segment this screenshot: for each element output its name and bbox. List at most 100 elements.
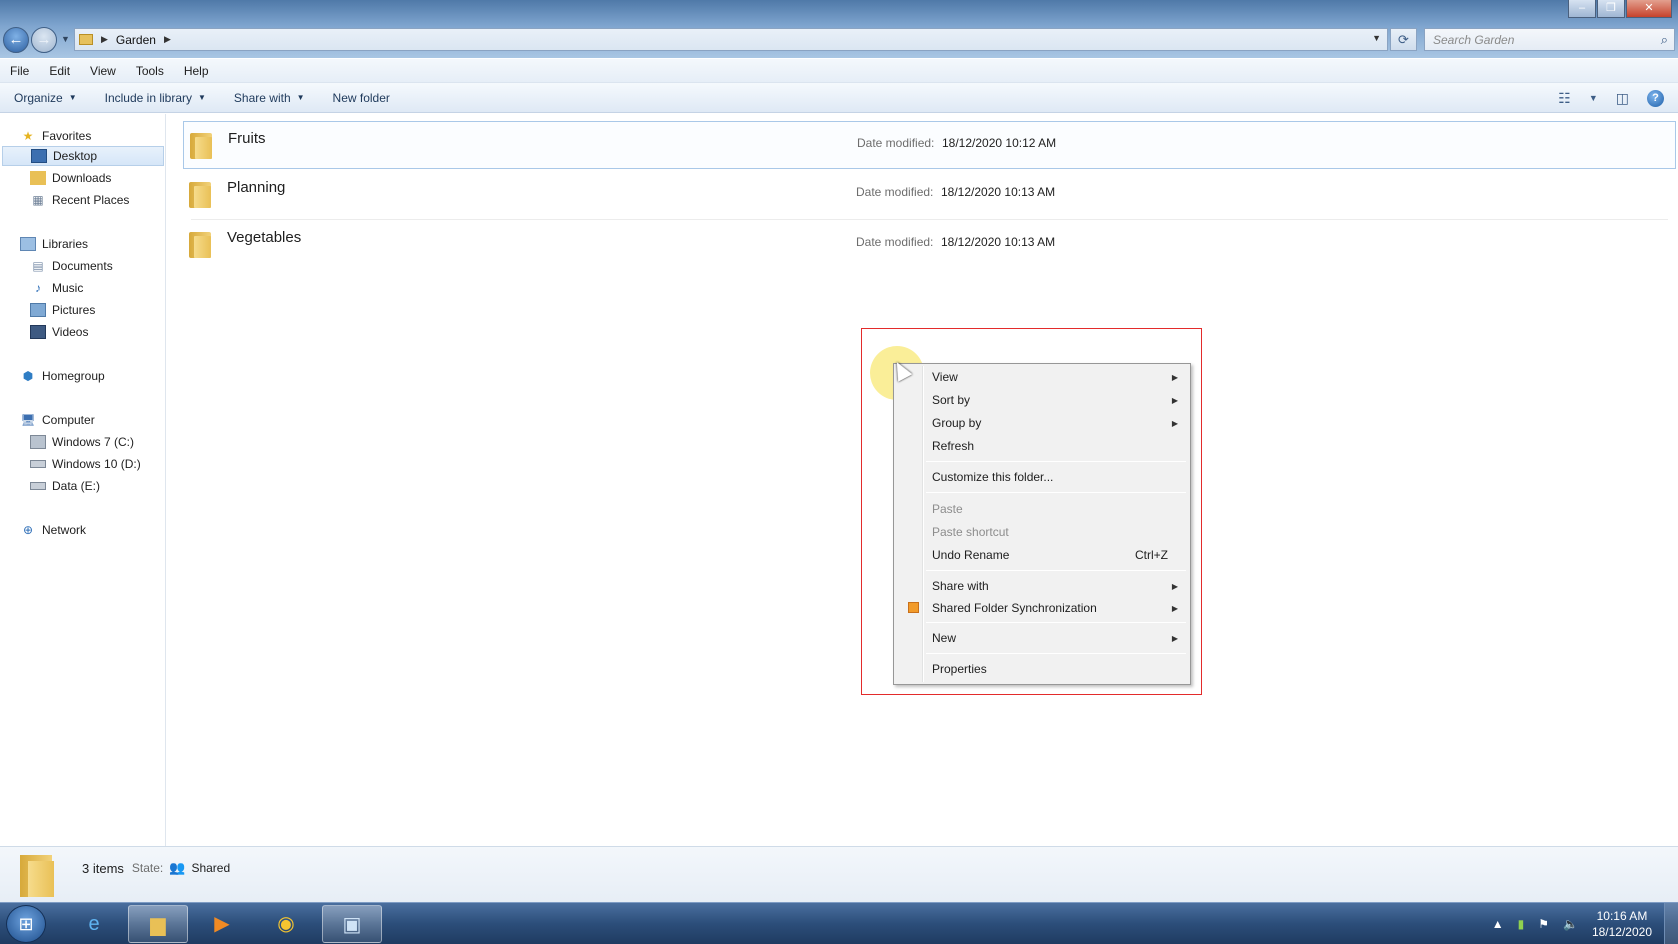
- menu-item-group-by[interactable]: Group by ▶: [896, 412, 1188, 434]
- nav-downloads[interactable]: Downloads: [30, 168, 111, 188]
- date-modified-value: 18/12/2020 10:12 AM: [942, 136, 1057, 150]
- organize-button[interactable]: Organize ▼: [0, 91, 91, 105]
- menu-item-paste-shortcut[interactable]: Paste shortcut: [896, 521, 1188, 543]
- maximize-button[interactable]: ❐: [1597, 0, 1625, 18]
- submenu-arrow-icon: ▶: [1171, 581, 1178, 591]
- remote-desktop-icon[interactable]: ▣: [322, 905, 382, 943]
- nav-recent-places[interactable]: ▦ Recent Places: [30, 190, 129, 210]
- menu-item-paste[interactable]: Paste: [896, 498, 1188, 520]
- recent-pages-dropdown[interactable]: ▼: [61, 34, 70, 44]
- internet-explorer-icon[interactable]: e: [64, 905, 124, 943]
- action-center-flag-icon[interactable]: ⚑: [1538, 917, 1549, 931]
- nav-music[interactable]: ♪ Music: [30, 278, 83, 298]
- pictures-icon: [30, 303, 46, 317]
- nav-videos[interactable]: Videos: [30, 322, 88, 342]
- menu-view[interactable]: View: [80, 64, 126, 78]
- menu-item-label: Properties: [932, 662, 987, 676]
- new-folder-button[interactable]: New folder: [319, 91, 404, 105]
- back-button[interactable]: ←: [3, 27, 29, 53]
- menu-item-view[interactable]: View ▶: [896, 366, 1188, 388]
- menu-item-customize-folder[interactable]: Customize this folder...: [896, 466, 1188, 488]
- nav-libraries[interactable]: Libraries: [20, 234, 88, 254]
- menu-item-shared-folder-sync[interactable]: Shared Folder Synchronization ▶: [896, 597, 1188, 619]
- nav-network[interactable]: ⊕ Network: [20, 520, 86, 540]
- command-bar: Organize ▼ Include in library ▼ Share with…: [0, 83, 1678, 113]
- file-explorer-icon[interactable]: ▆: [128, 905, 188, 943]
- clock[interactable]: 10:16 AM 18/12/2020: [1592, 908, 1652, 940]
- nav-drive-e-label: Data (E:): [52, 479, 101, 493]
- breadcrumb-chevron-icon[interactable]: ▶: [101, 34, 108, 45]
- refresh-button[interactable]: ⟳: [1390, 28, 1417, 51]
- nav-pictures[interactable]: Pictures: [30, 300, 95, 320]
- nav-computer-label: Computer: [42, 413, 95, 427]
- menu-help[interactable]: Help: [174, 64, 219, 78]
- address-bar[interactable]: ▶ Garden ▶ ▼: [74, 28, 1388, 51]
- include-in-library-button[interactable]: Include in library ▼: [91, 91, 220, 105]
- nav-drive-e[interactable]: Data (E:): [30, 476, 100, 496]
- forward-button[interactable]: →: [31, 27, 57, 53]
- search-input[interactable]: [1425, 29, 1635, 50]
- nav-videos-label: Videos: [52, 325, 89, 339]
- nav-drive-d-label: Windows 10 (D:): [52, 457, 141, 471]
- menu-item-label: Group by: [932, 416, 982, 430]
- file-name[interactable]: Fruits: [228, 130, 266, 147]
- show-desktop-button[interactable]: [1664, 903, 1678, 944]
- close-button[interactable]: ✕: [1626, 0, 1672, 18]
- date-modified-label: Date modified:: [856, 235, 934, 249]
- item-count: 3 items: [82, 860, 124, 876]
- menu-item-properties[interactable]: Properties: [896, 658, 1188, 680]
- nav-computer[interactable]: 🖥 Computer: [20, 410, 95, 430]
- nav-homegroup-label: Homegroup: [42, 369, 105, 383]
- nav-desktop[interactable]: Desktop: [2, 146, 164, 166]
- help-icon[interactable]: ?: [1647, 89, 1664, 107]
- preview-pane-icon[interactable]: ◫: [1616, 90, 1629, 107]
- submenu-arrow-icon: ▶: [1171, 633, 1178, 643]
- menu-file[interactable]: File: [0, 64, 39, 78]
- menu-item-new[interactable]: New ▶: [896, 627, 1188, 649]
- share-with-button[interactable]: Share with ▼: [220, 91, 319, 105]
- context-menu: View ▶ Sort by ▶ Group by ▶ Refresh Customi…: [893, 363, 1191, 685]
- menu-item-share-with[interactable]: Share with ▶: [896, 575, 1188, 597]
- menu-item-label: Paste shortcut: [932, 525, 1009, 539]
- change-view-icon[interactable]: ☷: [1558, 90, 1571, 107]
- organize-label: Organize: [14, 90, 63, 105]
- menu-separator: [926, 492, 1186, 493]
- file-name[interactable]: Vegetables: [227, 229, 301, 246]
- nav-downloads-label: Downloads: [52, 171, 112, 185]
- menu-item-sort-by[interactable]: Sort by ▶: [896, 389, 1188, 411]
- nav-favorites[interactable]: ★ Favorites: [20, 126, 92, 146]
- view-options-dropdown-icon[interactable]: ▼: [1589, 93, 1598, 103]
- breadcrumb-garden[interactable]: Garden: [116, 33, 156, 47]
- volume-icon[interactable]: 🔈: [1563, 917, 1578, 931]
- nav-drive-d[interactable]: Windows 10 (D:): [30, 454, 141, 474]
- downloads-icon: [30, 171, 46, 185]
- menu-item-undo-rename[interactable]: Undo Rename Ctrl+Z: [896, 544, 1188, 566]
- folder-icon: [79, 34, 93, 45]
- search-icon[interactable]: ⌕: [1661, 32, 1668, 48]
- chrome-icon[interactable]: ◉: [256, 905, 316, 943]
- folder-icon: [189, 180, 211, 208]
- show-hidden-icons-icon[interactable]: ▲: [1492, 917, 1504, 931]
- search-box[interactable]: ⌕: [1424, 28, 1675, 51]
- nav-homegroup[interactable]: ⬢ Homegroup: [20, 366, 105, 386]
- start-button[interactable]: ⊞: [6, 905, 46, 943]
- nav-desktop-label: Desktop: [53, 149, 98, 163]
- chevron-down-icon: ▼: [198, 93, 206, 102]
- nav-drive-c[interactable]: Windows 7 (C:): [30, 432, 134, 452]
- file-name[interactable]: Planning: [227, 179, 285, 196]
- battery-icon[interactable]: ▮: [1518, 917, 1525, 931]
- file-row-vegetables[interactable]: Vegetables Date modified: 18/12/2020 10:…: [183, 221, 1676, 269]
- media-player-icon[interactable]: ▶: [192, 905, 252, 943]
- address-dropdown-icon[interactable]: ▼: [1372, 33, 1381, 43]
- minimize-button[interactable]: –: [1568, 0, 1596, 18]
- breadcrumb-chevron-icon[interactable]: ▶: [164, 34, 171, 45]
- menu-item-refresh[interactable]: Refresh: [896, 435, 1188, 457]
- nav-documents[interactable]: ▤ Documents: [30, 256, 112, 276]
- file-row-fruits[interactable]: Fruits Date modified: 18/12/2020 10:12 A…: [183, 121, 1676, 169]
- menu-item-label: View: [932, 370, 958, 384]
- menu-edit[interactable]: Edit: [39, 64, 80, 78]
- menu-item-label: Customize this folder...: [932, 470, 1054, 484]
- menu-tools[interactable]: Tools: [126, 64, 174, 78]
- chevron-down-icon: ▼: [296, 93, 305, 102]
- file-row-planning[interactable]: Planning Date modified: 18/12/2020 10:13…: [183, 171, 1676, 220]
